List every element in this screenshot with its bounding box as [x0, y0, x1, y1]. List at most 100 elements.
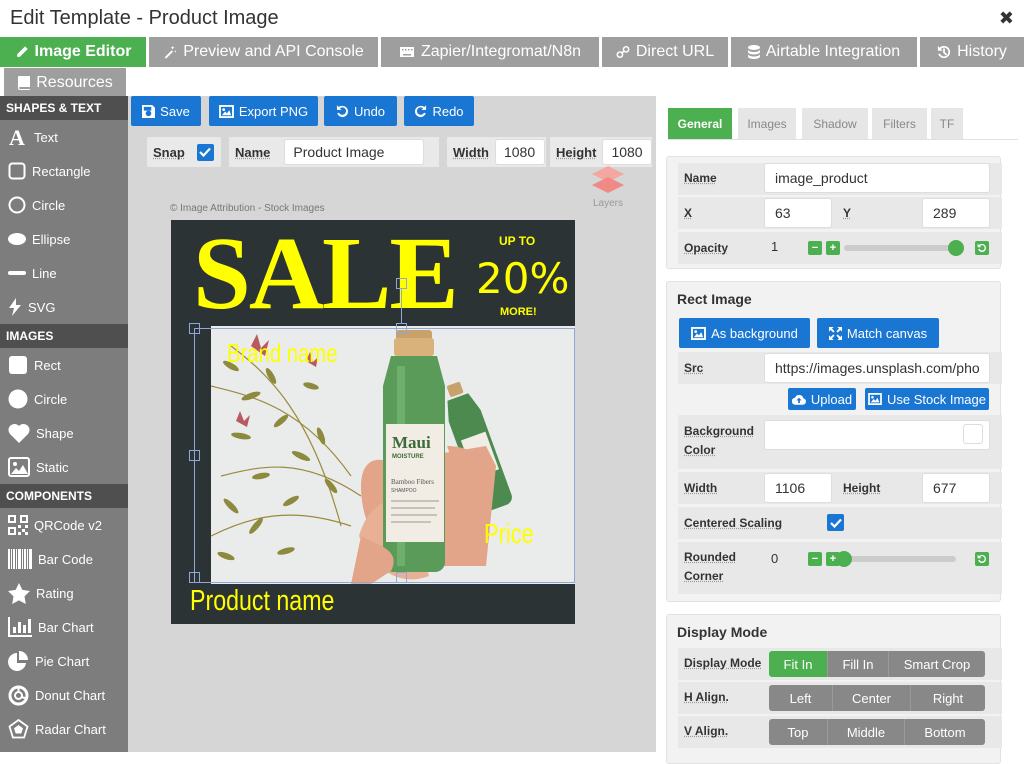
sidebar-item-rect-image[interactable]: Rect: [0, 348, 128, 382]
export-png-button[interactable]: Export PNG: [209, 96, 318, 126]
opacity-slider-knob[interactable]: [948, 240, 964, 256]
as-background-button[interactable]: As background: [679, 318, 810, 348]
sidebar-item-circle[interactable]: Circle: [0, 188, 128, 222]
opacity-label: Opacity: [684, 241, 729, 255]
undo-icon: [336, 104, 349, 117]
sidebar-item-rating[interactable]: Rating: [0, 576, 128, 610]
tab-image-editor[interactable]: Image Editor: [0, 37, 146, 67]
rect-image-icon: [9, 356, 27, 374]
sidebar-item-rectangle[interactable]: Rectangle: [0, 154, 128, 188]
sale-text[interactable]: SALE: [193, 222, 459, 326]
tab-general[interactable]: General: [668, 108, 732, 139]
tab-direct-url[interactable]: Direct URL: [602, 37, 728, 67]
sidebar-item-line[interactable]: Line: [0, 256, 128, 290]
sidebar-item-label: Rectangle: [32, 163, 91, 179]
keyboard-icon: [399, 47, 414, 57]
rounded-reset-icon[interactable]: [975, 552, 989, 566]
upload-button[interactable]: Upload: [788, 388, 856, 410]
tab-preview-api[interactable]: Preview and API Console: [149, 37, 378, 67]
rotate-handle[interactable]: [396, 278, 407, 289]
h-align-center[interactable]: Center: [833, 685, 911, 711]
sidebar-item-circle-image[interactable]: Circle: [0, 382, 128, 416]
close-icon[interactable]: ✖: [999, 8, 1014, 29]
design-canvas[interactable]: SALE UP TO 20% MORE! Maui MOISTURE Bambo…: [171, 220, 575, 624]
image-width-input[interactable]: 1106: [764, 473, 832, 503]
tab-airtable[interactable]: Airtable Integration: [731, 37, 917, 67]
h-align-left[interactable]: Left: [769, 685, 833, 711]
src-input[interactable]: https://images.unsplash.com/pho: [764, 353, 990, 383]
sidebar-item-svg[interactable]: SVG: [0, 290, 128, 324]
snap-checkbox[interactable]: [196, 143, 214, 161]
pie-chart-icon: [8, 650, 28, 671]
centered-scaling-checkbox[interactable]: [827, 514, 844, 531]
resize-handle-bottom-left[interactable]: [189, 572, 200, 583]
v-align-bottom[interactable]: Bottom: [905, 719, 985, 745]
h-align-right[interactable]: Right: [911, 685, 985, 711]
percent-text[interactable]: 20%: [476, 254, 569, 303]
canvas-height-input[interactable]: 1080: [602, 139, 652, 165]
display-mode-label: Display Mode: [684, 656, 762, 670]
opacity-reset-icon[interactable]: [975, 241, 989, 255]
use-stock-image-button[interactable]: Use Stock Image: [865, 388, 989, 410]
color-swatch[interactable]: [963, 424, 983, 444]
sidebar-item-ellipse[interactable]: Ellipse: [0, 222, 128, 256]
opacity-slider-track[interactable]: [844, 245, 956, 251]
mode-fit-in[interactable]: Fit In: [769, 651, 828, 677]
undo-button[interactable]: Undo: [324, 96, 397, 126]
tab-tf[interactable]: TF: [931, 108, 963, 139]
sidebar-item-qrcode[interactable]: QRCode v2: [0, 508, 128, 542]
v-align-middle[interactable]: Middle: [828, 719, 905, 745]
match-canvas-button[interactable]: Match canvas: [817, 318, 939, 348]
sidebar-item-donut-chart[interactable]: Donut Chart: [0, 678, 128, 712]
sidebar-item-bar-chart[interactable]: Bar Chart: [0, 610, 128, 644]
tab-filters[interactable]: Filters: [872, 108, 927, 139]
tab-label: Resources: [36, 74, 113, 91]
resize-handle-bottom-center[interactable]: [396, 572, 407, 583]
opacity-decrease-button[interactable]: −: [808, 241, 822, 255]
rounded-slider-track[interactable]: [844, 556, 956, 562]
object-name-input[interactable]: image_product: [764, 163, 990, 193]
price-text[interactable]: Price: [484, 518, 534, 550]
tab-resources[interactable]: Resources: [4, 68, 126, 98]
sidebar-item-static[interactable]: Static: [0, 450, 128, 484]
mode-smart-crop[interactable]: Smart Crop: [889, 651, 985, 677]
canvas-width-input[interactable]: 1080: [494, 139, 545, 165]
layers-button[interactable]: Layers: [590, 166, 626, 209]
brand-name-text[interactable]: Brand name: [227, 338, 337, 369]
canvas-name-input[interactable]: Product Image: [284, 139, 425, 165]
tab-history[interactable]: History: [920, 37, 1024, 67]
rounded-slider-knob[interactable]: [836, 551, 852, 567]
background-color-input[interactable]: [764, 420, 990, 450]
up-to-text[interactable]: UP TO: [499, 234, 535, 248]
resize-handle-middle-left[interactable]: [189, 450, 200, 461]
y-input[interactable]: 289: [922, 198, 990, 228]
x-input[interactable]: 63: [764, 198, 832, 228]
sidebar-item-barcode[interactable]: Bar Code: [0, 542, 128, 576]
sidebar-item-text[interactable]: A Text: [0, 120, 128, 154]
sidebar-item-shape[interactable]: Shape: [0, 416, 128, 450]
tab-zapier[interactable]: Zapier/Integromat/N8n: [381, 37, 599, 67]
sidebar-item-label: Line: [32, 265, 57, 281]
tab-shadow[interactable]: Shadow: [802, 108, 868, 139]
sidebar-item-pie-chart[interactable]: Pie Chart: [0, 644, 128, 678]
resize-handle-top-left[interactable]: [189, 323, 200, 334]
bolt-icon: [9, 298, 21, 316]
redo-button[interactable]: Redo: [404, 96, 474, 126]
opacity-increase-button[interactable]: +: [826, 241, 840, 255]
v-align-top[interactable]: Top: [769, 719, 828, 745]
image-icon: [218, 104, 234, 118]
tab-images[interactable]: Images: [738, 108, 796, 139]
rounded-decrease-button[interactable]: −: [808, 552, 822, 566]
radar-chart-icon: [8, 718, 29, 738]
tab-divider: [668, 139, 1018, 140]
sidebar-item-radar-chart[interactable]: Radar Chart: [0, 712, 128, 746]
mode-fill-in[interactable]: Fill In: [828, 651, 889, 677]
h-align-label: H Align.: [684, 690, 729, 704]
save-button[interactable]: Save: [131, 96, 201, 126]
image-height-input[interactable]: 677: [922, 473, 990, 503]
resize-handle-top-center[interactable]: [396, 323, 407, 334]
redo-icon: [415, 104, 427, 117]
product-name-text[interactable]: Product name: [190, 585, 334, 618]
title-bar: Edit Template - Product Image ✖: [0, 0, 1024, 36]
more-text[interactable]: MORE!: [500, 306, 537, 318]
